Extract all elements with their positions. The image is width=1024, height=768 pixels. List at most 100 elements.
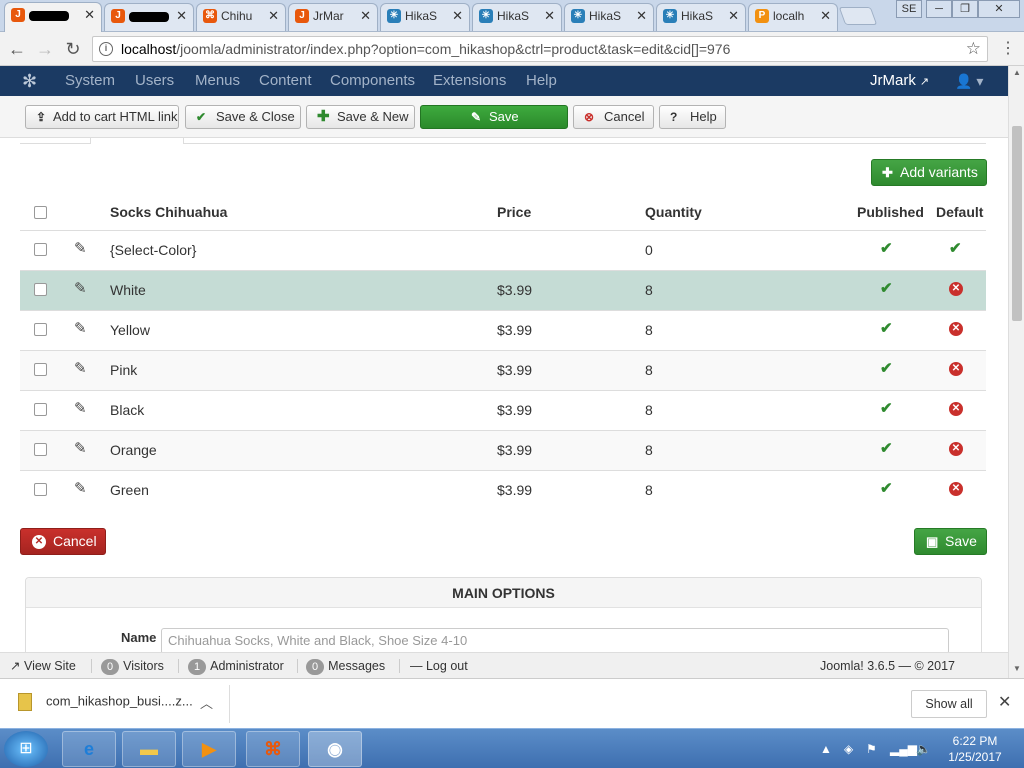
maximize-button[interactable]: ❐: [952, 0, 978, 18]
forward-arrow-icon[interactable]: →: [34, 38, 56, 60]
column-header-quantity[interactable]: Quantity: [645, 198, 702, 226]
select-all-checkbox[interactable]: [34, 206, 47, 219]
browser-tab[interactable]: Plocalh ✕: [748, 3, 838, 31]
cancel-button[interactable]: ⊗ Cancel: [573, 105, 654, 129]
scroll-up-icon[interactable]: ▲: [1009, 68, 1024, 77]
pencil-icon[interactable]: ✎: [74, 271, 87, 307]
browser-tab[interactable]: ✳ HikaS ✕: [380, 3, 470, 31]
administrator-link[interactable]: 1 Administrator: [188, 653, 284, 679]
not-default-icon[interactable]: ✕: [949, 282, 963, 296]
reload-icon[interactable]: ↻: [62, 38, 84, 60]
column-header-published[interactable]: Published: [857, 198, 924, 226]
close-icon[interactable]: ✕: [998, 692, 1011, 712]
chevron-up-icon[interactable]: ︿: [200, 693, 213, 712]
default-check-icon[interactable]: ✔: [949, 231, 962, 267]
nav-item-components[interactable]: Components: [330, 66, 415, 96]
chrome-icon[interactable]: ◉: [308, 731, 362, 767]
user-menu[interactable]: JrMark ↗: [870, 66, 929, 97]
not-default-icon[interactable]: ✕: [949, 322, 963, 336]
nav-item-content[interactable]: Content: [259, 66, 312, 96]
tab-close-icon[interactable]: ✕: [84, 3, 95, 27]
column-header-price[interactable]: Price: [497, 198, 531, 226]
published-check-icon[interactable]: ✔: [880, 351, 893, 387]
tray-expand-icon[interactable]: ▲: [820, 729, 832, 768]
tab-close-icon[interactable]: ✕: [820, 4, 831, 28]
tab-close-icon[interactable]: ✕: [360, 4, 371, 28]
browser-tab[interactable]: J JrMar ✕: [288, 3, 378, 31]
scrollbar-thumb[interactable]: [1012, 126, 1022, 321]
pencil-icon[interactable]: ✎: [74, 311, 87, 347]
nav-item-help[interactable]: Help: [526, 66, 557, 96]
browser-tab[interactable]: J ✕: [4, 2, 102, 32]
tab-close-icon[interactable]: ✕: [452, 4, 463, 28]
tab-close-icon[interactable]: ✕: [268, 4, 279, 28]
media-player-icon[interactable]: ▶: [182, 731, 236, 767]
speaker-icon[interactable]: 🔈: [916, 729, 931, 768]
flag-icon[interactable]: ⚑: [866, 729, 877, 768]
column-header-default[interactable]: Default: [936, 198, 983, 226]
profile-button[interactable]: SE: [896, 0, 922, 18]
save-new-button[interactable]: ✚ Save & New: [306, 105, 415, 129]
table-row[interactable]: ✎ Orange $3.99 8 ✔ ✕: [20, 430, 986, 470]
save-button[interactable]: ✎ Save: [420, 105, 568, 129]
close-window-button[interactable]: ✕: [978, 0, 1020, 18]
row-checkbox[interactable]: [34, 323, 47, 336]
view-site-link[interactable]: ↗ View Site: [10, 653, 76, 679]
tab-close-icon[interactable]: ✕: [636, 4, 647, 28]
published-check-icon[interactable]: ✔: [880, 231, 893, 267]
user-avatar-icon[interactable]: 👤 ▾: [955, 66, 983, 96]
save-close-button[interactable]: ✔ Save & Close: [185, 105, 301, 129]
not-default-icon[interactable]: ✕: [949, 442, 963, 456]
logout-link[interactable]: — Log out: [410, 653, 468, 679]
published-check-icon[interactable]: ✔: [880, 391, 893, 427]
nav-item-system[interactable]: System: [65, 66, 115, 96]
row-checkbox[interactable]: [34, 283, 47, 296]
start-button[interactable]: ⊞: [4, 731, 48, 767]
row-checkbox[interactable]: [34, 403, 47, 416]
browser-tab[interactable]: ✳ HikaS ✕: [564, 3, 654, 31]
published-check-icon[interactable]: ✔: [880, 471, 893, 507]
pencil-icon[interactable]: ✎: [74, 431, 87, 467]
not-default-icon[interactable]: ✕: [949, 402, 963, 416]
row-checkbox[interactable]: [34, 443, 47, 456]
tab-close-icon[interactable]: ✕: [176, 4, 187, 28]
published-check-icon[interactable]: ✔: [880, 271, 893, 307]
table-row[interactable]: ✎ White $3.99 8 ✔ ✕: [20, 270, 986, 310]
save-variants-button[interactable]: ▣ Save: [914, 528, 987, 555]
pencil-icon[interactable]: ✎: [74, 351, 87, 387]
new-tab-button[interactable]: [838, 7, 878, 25]
name-input[interactable]: Chihuahua Socks, White and Black, Shoe S…: [161, 628, 949, 652]
folder-icon[interactable]: ▬: [122, 731, 176, 767]
browser-menu-icon[interactable]: ⋮: [998, 38, 1018, 60]
table-row[interactable]: ✎ Black $3.99 8 ✔ ✕: [20, 390, 986, 430]
page-scrollbar[interactable]: ▲ ▼: [1008, 66, 1024, 678]
messages-link[interactable]: 0 Messages: [306, 653, 385, 679]
nav-item-extensions[interactable]: Extensions: [433, 66, 506, 96]
bookmark-star-icon[interactable]: ☆: [966, 37, 981, 61]
ie-icon[interactable]: e: [62, 731, 116, 767]
browser-tab[interactable]: J ✕: [104, 3, 194, 31]
download-item[interactable]: com_hikashop_busi....z...: [18, 693, 193, 711]
security-icon[interactable]: ◈: [844, 729, 853, 768]
row-checkbox[interactable]: [34, 363, 47, 376]
row-checkbox[interactable]: [34, 483, 47, 496]
nav-item-users[interactable]: Users: [135, 66, 174, 96]
xampp-icon[interactable]: ⌘: [246, 731, 300, 767]
show-all-button[interactable]: Show all: [911, 690, 987, 718]
cancel-variants-button[interactable]: ✕ Cancel: [20, 528, 106, 555]
tab-close-icon[interactable]: ✕: [544, 4, 555, 28]
published-check-icon[interactable]: ✔: [880, 431, 893, 467]
add-to-cart-link-button[interactable]: ⇪ Add to cart HTML link: [25, 105, 179, 129]
pencil-icon[interactable]: ✎: [74, 231, 87, 267]
info-icon[interactable]: i: [99, 42, 113, 56]
table-row[interactable]: ✎ Green $3.99 8 ✔ ✕: [20, 470, 986, 510]
browser-tab[interactable]: ✳ HikaS ✕: [656, 3, 746, 31]
url-input[interactable]: i localhost/joomla/administrator/index.p…: [92, 36, 988, 62]
pencil-icon[interactable]: ✎: [74, 471, 87, 507]
back-arrow-icon[interactable]: ←: [6, 38, 28, 60]
row-checkbox[interactable]: [34, 243, 47, 256]
help-button[interactable]: ? Help: [659, 105, 726, 129]
table-row[interactable]: ✎ {Select-Color} 0 ✔ ✔: [20, 230, 986, 270]
column-header-name[interactable]: Socks Chihuahua: [110, 198, 227, 226]
scroll-down-icon[interactable]: ▼: [1009, 664, 1024, 673]
